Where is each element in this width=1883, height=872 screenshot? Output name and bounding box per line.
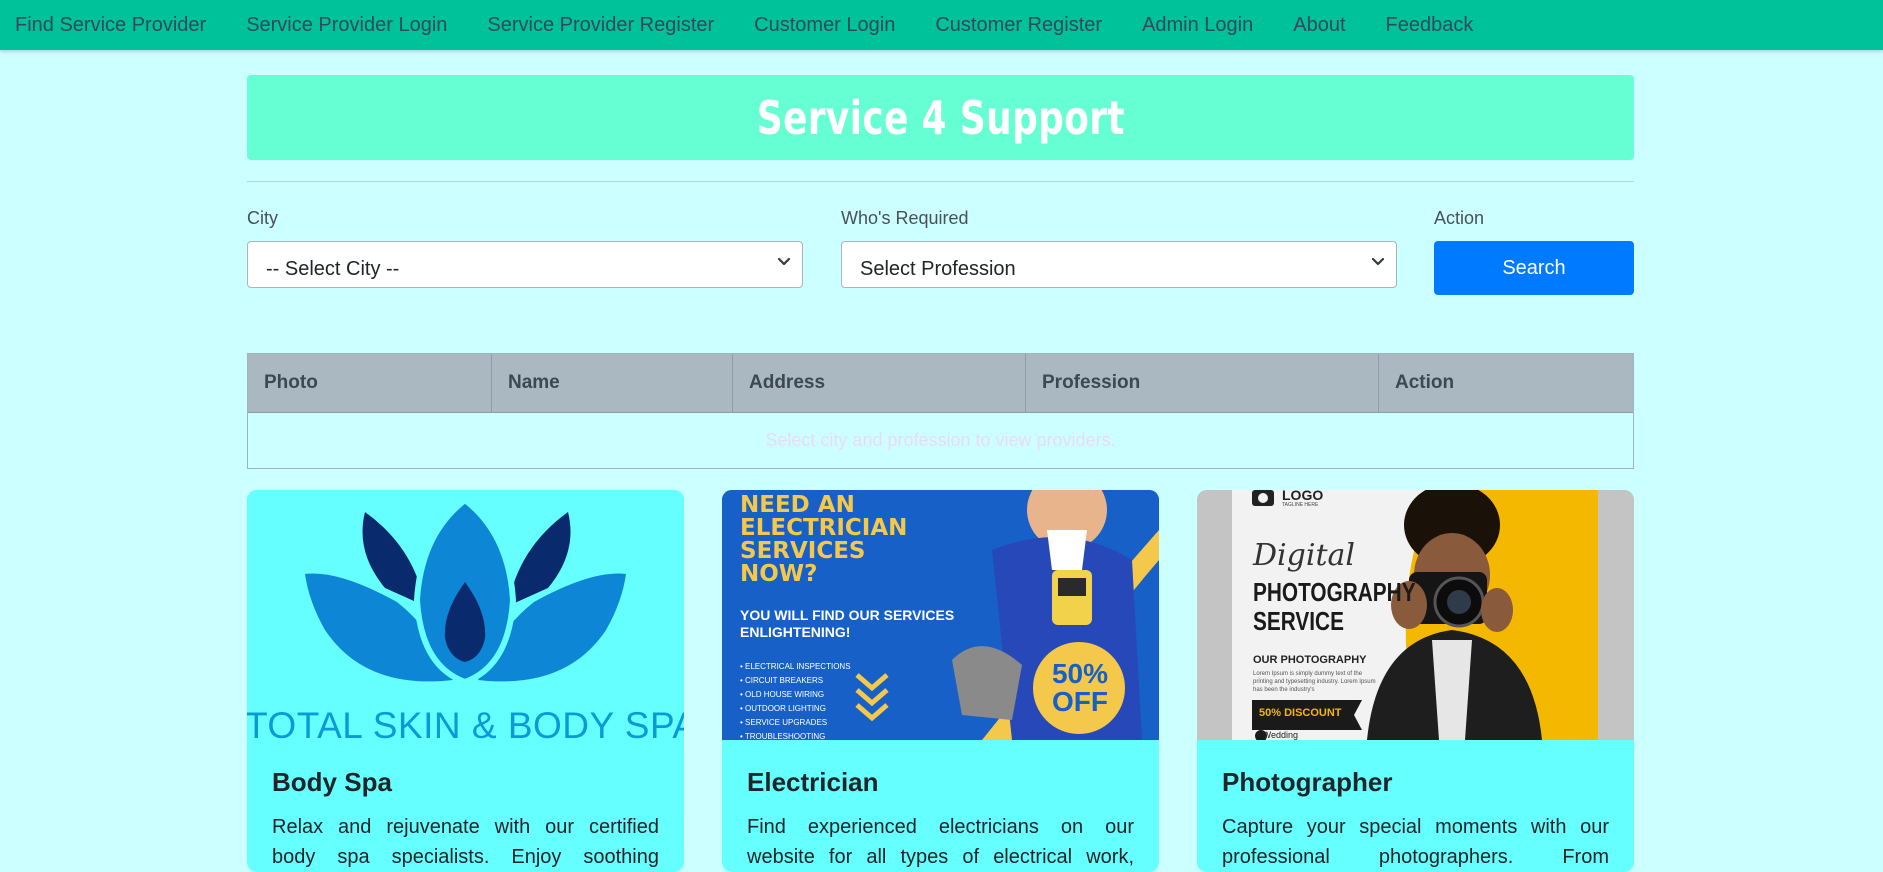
flyer-bullet: • Wedding — [1257, 730, 1299, 740]
lotus-icon — [305, 496, 626, 686]
card-description: Relax and rejuvenate with our certified … — [272, 816, 659, 868]
chevron-down-icon — [1371, 257, 1385, 266]
city-label: City — [247, 208, 278, 228]
nav-service-provider-register[interactable]: Service Provider Register — [487, 14, 714, 37]
spa-logo-text: TOTAL SKIN & BODY SPA — [247, 705, 684, 740]
electrician-subline: YOU WILL FIND OUR SERVICES ENLIGHTENING! — [740, 607, 955, 640]
card-title: Body Spa — [272, 767, 392, 797]
flyer-tagline: TAGLINE HERE — [1282, 502, 1319, 508]
nav-customer-register[interactable]: Customer Register — [935, 14, 1102, 37]
column-profession: Profession — [1026, 354, 1379, 412]
nav-customer-login[interactable]: Customer Login — [754, 14, 895, 37]
card-description: Capture your special moments with our pr… — [1222, 816, 1609, 868]
electrician-image: NEED AN ELECTRICIAN SERVICES NOW? YOU WI… — [722, 490, 1159, 740]
electrician-headline: NEED AN ELECTRICIAN SERVICES NOW? — [740, 492, 908, 587]
column-action: Action — [1395, 372, 1455, 393]
site-banner: Service 4 Support — [247, 75, 1634, 160]
discount-badge: 50% OFF — [1051, 658, 1109, 717]
service-card-body-spa[interactable]: TOTAL SKIN & BODY SPA Body Spa Relax and… — [247, 490, 684, 872]
table-header: Photo Name Address Profession Action — [248, 354, 1633, 413]
card-description: Find experienced electricians on our web… — [747, 816, 1134, 868]
flyer-discount: 50% DISCOUNT — [1259, 707, 1342, 719]
chevron-down-icon — [777, 257, 791, 266]
profession-select-value: Select Profession — [860, 258, 1016, 280]
body-spa-image: TOTAL SKIN & BODY SPA — [247, 490, 684, 740]
providers-table: Photo Name Address Profession Action Sel… — [247, 353, 1634, 469]
nav-feedback[interactable]: Feedback — [1386, 14, 1474, 37]
city-select[interactable]: -- Select City -- — [247, 241, 803, 288]
table-empty-message: Select city and profession to view provi… — [765, 430, 1116, 450]
profession-select[interactable]: Select Profession — [841, 241, 1397, 288]
column-address: Address — [733, 354, 1026, 412]
action-label: Action — [1434, 208, 1485, 228]
top-navbar: Find Service Provider Service Provider L… — [0, 0, 1883, 50]
service-card-photographer[interactable]: LOGO TAGLINE HERE Digital PHOTOGRAPHY SE… — [1197, 490, 1634, 872]
nav-about[interactable]: About — [1293, 14, 1345, 37]
site-title: Service 4 Support — [756, 90, 1125, 145]
profession-label: Who's Required — [841, 208, 969, 228]
column-photo: Photo — [248, 354, 492, 412]
flyer-headline: PHOTOGRAPHY SERVICE — [1253, 577, 1416, 636]
nav-find-service-provider[interactable]: Find Service Provider — [15, 14, 206, 37]
nav-service-provider-login[interactable]: Service Provider Login — [246, 14, 447, 37]
search-button[interactable]: Search — [1434, 241, 1634, 295]
city-select-value: -- Select City -- — [266, 258, 400, 280]
column-name: Name — [492, 354, 733, 412]
electrician-services-list: • ELECTRICAL INSPECTIONS • CIRCUIT BREAK… — [740, 662, 851, 740]
card-title: Electrician — [747, 767, 879, 797]
flyer-script: Digital — [1253, 538, 1355, 573]
flyer-sub: OUR PHOTOGRAPHY — [1253, 654, 1367, 666]
service-card-electrician[interactable]: NEED AN ELECTRICIAN SERVICES NOW? YOU WI… — [722, 490, 1159, 872]
flyer-body: Lorem Ipsum is simply dummy text of the … — [1253, 671, 1376, 693]
card-title: Photographer — [1222, 767, 1393, 797]
nav-admin-login[interactable]: Admin Login — [1142, 14, 1253, 37]
photographer-image: LOGO TAGLINE HERE Digital PHOTOGRAPHY SE… — [1197, 490, 1634, 740]
divider — [247, 181, 1634, 182]
